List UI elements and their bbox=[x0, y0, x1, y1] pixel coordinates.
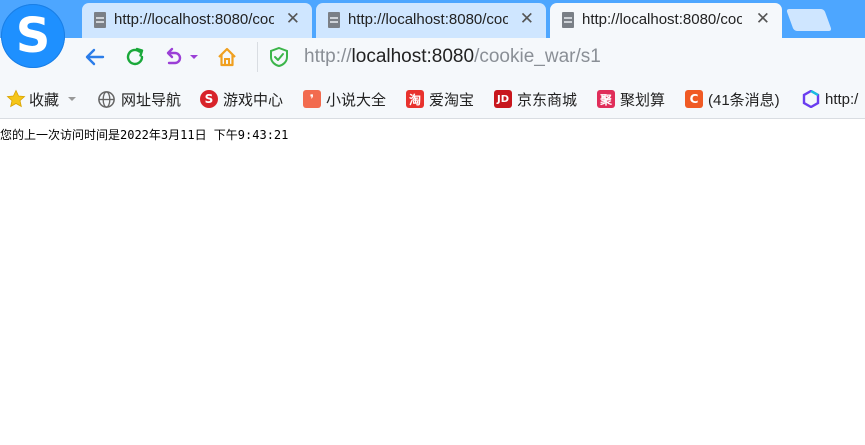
bookmark-label: http:/ bbox=[825, 90, 859, 108]
csdn-icon: C bbox=[685, 90, 703, 108]
security-shield-icon[interactable] bbox=[270, 47, 288, 67]
tab-title: http://localhost:8080/cookie_war/s1 bbox=[582, 11, 742, 28]
close-icon[interactable]: ✕ bbox=[286, 9, 300, 29]
bookmark-label: 聚划算 bbox=[620, 91, 666, 109]
toolbar-divider bbox=[257, 42, 258, 72]
bookmark-site[interactable]: http:/ bbox=[802, 88, 858, 110]
bookmark-csdn[interactable]: C (41条消息) bbox=[685, 88, 780, 110]
url-host: localhost:8080 bbox=[351, 46, 475, 67]
bookmark-label: 爱淘宝 bbox=[429, 91, 475, 109]
back-arrow-icon bbox=[85, 48, 105, 66]
close-icon[interactable]: ✕ bbox=[756, 9, 770, 29]
url-path: /cookie_war/s1 bbox=[474, 46, 601, 67]
bookmark-label: 游戏中心 bbox=[223, 91, 284, 109]
bookmark-juhuasuan[interactable]: 聚 聚划算 bbox=[597, 88, 665, 110]
tab-strip: S http://localhost:8080/cookie_war/s1 ✕ … bbox=[0, 0, 865, 68]
tab-2[interactable]: http://localhost:8080/cookie_war/s1 ✕ bbox=[316, 3, 546, 38]
star-icon bbox=[6, 89, 26, 108]
undo-icon bbox=[166, 47, 182, 65]
taobao-icon: 淘 bbox=[406, 90, 424, 108]
tab-3-active[interactable]: http://localhost:8080/cookie_war/s1 ✕ bbox=[550, 3, 782, 38]
address-bar[interactable]: http://localhost:8080/cookie_war/s1 bbox=[304, 46, 601, 68]
page-icon bbox=[328, 12, 340, 28]
tab-title: http://localhost:8080/cookie_war/s1 bbox=[348, 11, 508, 28]
bookmark-favorites[interactable]: 收藏 bbox=[6, 88, 77, 110]
globe-icon bbox=[98, 90, 115, 108]
jd-icon: JD bbox=[494, 90, 512, 108]
url-scheme: http:// bbox=[304, 46, 352, 67]
chevron-down-icon[interactable] bbox=[67, 94, 77, 104]
page-icon bbox=[562, 12, 574, 28]
bookmark-label: (41条消息) bbox=[708, 91, 780, 109]
game-icon: S bbox=[200, 90, 218, 108]
bookmark-bar: 收藏 网址导航 S 游戏中心 ❜ 小说大全 淘 爱淘宝 JD 京东商城 聚 聚划… bbox=[0, 78, 865, 119]
bookmark-taobao[interactable]: 淘 爱淘宝 bbox=[406, 88, 474, 110]
navigation-toolbar: http://localhost:8080/cookie_war/s1 bbox=[0, 38, 865, 78]
undo-close-button[interactable] bbox=[160, 44, 186, 70]
home-button[interactable] bbox=[214, 44, 240, 70]
bookmark-games[interactable]: S 游戏中心 bbox=[200, 88, 283, 110]
bookmark-label: 网址导航 bbox=[121, 91, 182, 109]
chevron-down-icon bbox=[190, 55, 198, 59]
new-tab-button[interactable] bbox=[785, 9, 833, 31]
bookmark-nav[interactable]: 网址导航 bbox=[97, 88, 181, 110]
bookmark-jd[interactable]: JD 京东商城 bbox=[494, 88, 577, 110]
logo-letter: S bbox=[15, 8, 51, 64]
book-icon: ❜ bbox=[303, 90, 321, 108]
undo-dropdown[interactable] bbox=[188, 44, 200, 70]
page-icon bbox=[94, 12, 106, 28]
browser-logo[interactable]: S bbox=[1, 4, 65, 68]
refresh-icon bbox=[126, 47, 144, 66]
home-icon bbox=[218, 47, 236, 67]
refresh-button[interactable] bbox=[122, 44, 148, 70]
last-visit-text: 您的上一次访问时间是2022年3月11日 下午9:43:21 bbox=[0, 128, 289, 142]
bookmark-label: 收藏 bbox=[29, 91, 60, 109]
bookmark-label: 京东商城 bbox=[517, 91, 578, 109]
bookmark-novels[interactable]: ❜ 小说大全 bbox=[303, 88, 386, 110]
close-icon[interactable]: ✕ bbox=[520, 9, 534, 29]
site-icon bbox=[802, 90, 820, 108]
page-content: 您的上一次访问时间是2022年3月11日 下午9:43:21 bbox=[0, 119, 865, 445]
tab-1[interactable]: http://localhost:8080/cookie_war/s1 ✕ bbox=[82, 3, 312, 38]
bookmark-label: 小说大全 bbox=[326, 91, 387, 109]
tab-title: http://localhost:8080/cookie_war/s1 bbox=[114, 11, 274, 28]
juhuasuan-icon: 聚 bbox=[597, 90, 615, 108]
back-button[interactable] bbox=[82, 44, 108, 70]
